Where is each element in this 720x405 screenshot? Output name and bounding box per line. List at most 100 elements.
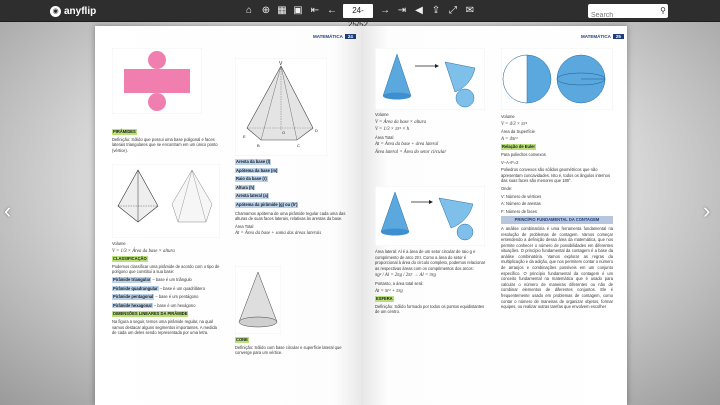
right-page[interactable]: MATEMÁTICA 25 Volume V = Área da base × a… [361,26,627,405]
label-d: D [315,128,318,133]
paragraph-area-lateral: Área lateral: Al é a área de um setor ci… [375,249,486,271]
label-b: B [257,143,260,148]
last-page-icon[interactable]: ⇥ [394,3,410,19]
page-number: 24 [344,34,356,39]
right-column-1: Volume V = Área da base × altura V = 1/3… [375,112,489,158]
heading-esfera: ESFERA [375,296,394,302]
search-icon[interactable]: ⚲ [660,4,666,18]
paragraph-classificacao: Podemos classificar uma pirâmide de acor… [112,263,220,275]
page-header: MATEMÁTICA 25 [581,34,624,40]
anyflip-logo[interactable]: ◉ anyflip [50,4,96,18]
volume-formula-2: V = 1/3 × πr² × h [375,127,409,133]
paragraph-poliedros: Poliedros convexos são sólidos geométric… [501,167,611,184]
page-header: MATEMÁTICA 24 [313,34,356,40]
heading-cone: CONE [235,337,249,343]
sphere-surface-label: Área da Superfície [501,129,535,135]
page-header-title: MATEMÁTICA [313,34,343,39]
sphere-surface-formula: A = 4πr² [501,136,518,142]
volume-label: Volume [375,112,389,117]
left-page[interactable]: MATEMÁTICA 24 PIRÂMIDES Definição: Sólido… [95,26,361,405]
type-quadrangular: Pirâmide quadrangular [112,285,159,292]
first-page-icon[interactable]: ⇤ [307,3,323,19]
faces-label: F: Número de faces [501,208,537,214]
grid-icon[interactable]: ▦ [274,3,290,19]
equation-area-lateral: πg² / Al = 2πg / 2πr → Al = πrg [375,273,436,279]
area-lateral-formula: Área lateral = Área do setor circular [375,149,447,155]
heading-euler: Relação de Euler [501,144,536,150]
hexagonal-pyramid-figure: V E B C D O [235,58,327,156]
heading-piramides: PIRÂMIDES [112,129,137,135]
toolbar: ◉ anyflip ⌂ ⊕ ▦ ▣ ⇤ ← 24-25/52 → ⇥ ◀ ⇪ ⤢… [0,0,720,29]
pyramid-net-figure [112,48,202,114]
cone-sector-figure [375,186,485,246]
heading-dimensoes: DIMENSÕES LINEARES DA PIRÂMIDE [112,311,189,317]
paragraph-dimensoes: Na figura a seguir, temos uma pirâmide r… [112,318,217,336]
page-header-title: MATEMÁTICA [581,34,611,39]
paragraph-definition: Definição: Sólido que possui uma base po… [112,136,218,153]
area-total-label: Área Total [375,134,394,140]
type-triangular: Pirâmide triangular [112,276,152,283]
prev-page-arrow-icon[interactable]: ‹ [4,200,11,222]
right-column-1b: Área lateral: Al é a área de um setor ci… [375,249,489,317]
left-column-2b: CONE Definição: Sólido com base circular… [235,337,347,358]
paragraph-convexos: Para poliedros convexos [501,151,546,157]
arestas-label: A: Número de arestas [501,201,541,207]
type-pentagonal: Pirâmide pentagonal [112,294,155,300]
dim-apotema-base: Apótema da base (m) [235,167,279,174]
cone-development-figure [375,48,485,110]
flipbook: MATEMÁTICA 24 PIRÂMIDES Definição: Sólido… [95,26,627,405]
prev-page-icon[interactable]: ← [324,3,340,19]
cone-figure [235,266,281,334]
search-input[interactable] [588,8,652,23]
left-column-1: PIRÂMIDES Definição: Sólido que possui u… [112,129,222,155]
paragraph-apotema: Chamamos apótema de uma pirâmide regular… [235,210,346,222]
dim-apotema-piramide: Apótema da pirâmide (g) ou (h') [235,201,299,208]
sphere-figure [501,48,613,110]
volume-label: Volume [112,241,126,246]
mail-icon[interactable]: ✉ [462,3,478,19]
area-total-formula: At = Área da base + soma das áreas later… [235,231,322,237]
right-column-2: Volume V = 4/3 × πr³ Área da Superfície … [501,114,613,312]
home-icon[interactable]: ⌂ [241,3,257,19]
fit-icon[interactable]: ▣ [290,3,306,19]
next-page-arrow-icon[interactable]: › [703,200,710,222]
label-o: O [282,130,285,135]
left-column-2: Aresta da base (l) Apótema da base (m) R… [235,159,347,239]
sphere-volume-formula: V = 4/3 × πr³ [501,121,527,127]
logo-mark-icon: ◉ [50,5,61,17]
equation-area-total: At = πr² + πrg [375,288,403,294]
heading-principio-contagem: PRINCÍPIO FUNDAMENTAL DA CONTAGEM [501,216,613,224]
area-total-formula: At = Área da base + área lateral [375,142,439,148]
area-total-label: Área Total [235,223,254,229]
volume-formula: V = 1/3 × Área da base × altura [112,248,175,254]
dim-aresta-base: Aresta da base (l) [235,159,272,165]
onde-label: Onde: [501,185,513,191]
pyramids-figure [112,164,220,238]
type-hexagonal: Pirâmide hexagonal [112,302,153,309]
paragraph-esfera: Definição: Sólido formado por todos os p… [375,303,485,315]
euler-formula: V−A+F=2 [501,159,519,165]
search-box[interactable]: ⚲ [588,4,668,23]
type-quadrangular-desc: – base é um quadrilátero [158,285,206,291]
left-column-1b: Volume V = 1/3 × Área da base × altura C… [112,241,222,338]
page-number: 25 [612,34,624,39]
page-indicator[interactable]: 24-25/52 [343,4,373,29]
vertices-label: V: Número de vértices [501,193,542,199]
type-pentagonal-desc: – base é um pentágono [154,294,199,300]
dim-altura: Altura (h) [235,184,256,191]
next-page-icon[interactable]: → [377,3,393,19]
paragraph-cone: Definição: Sólido com base circular e su… [235,344,342,356]
zoom-icon[interactable]: ⊕ [258,3,274,19]
fullscreen-icon[interactable]: ⤢ [445,3,461,19]
type-hexagonal-desc: – base é um hexágono [152,302,196,308]
label-c: C [297,143,300,148]
area-total-label-2: Portanto, a área total será: [375,280,424,286]
type-triangular-desc: – base é um triângulo [151,276,192,282]
dim-aresta-lateral: Aresta lateral (a) [235,193,270,199]
sphere-volume-label: Volume [501,114,515,119]
label-e: E [243,134,246,139]
share-icon[interactable]: ⇪ [428,3,444,19]
sound-icon[interactable]: ◀ [411,3,427,19]
logo-text: anyflip [64,5,97,17]
volume-formula: V = Área da base × altura [375,119,426,125]
